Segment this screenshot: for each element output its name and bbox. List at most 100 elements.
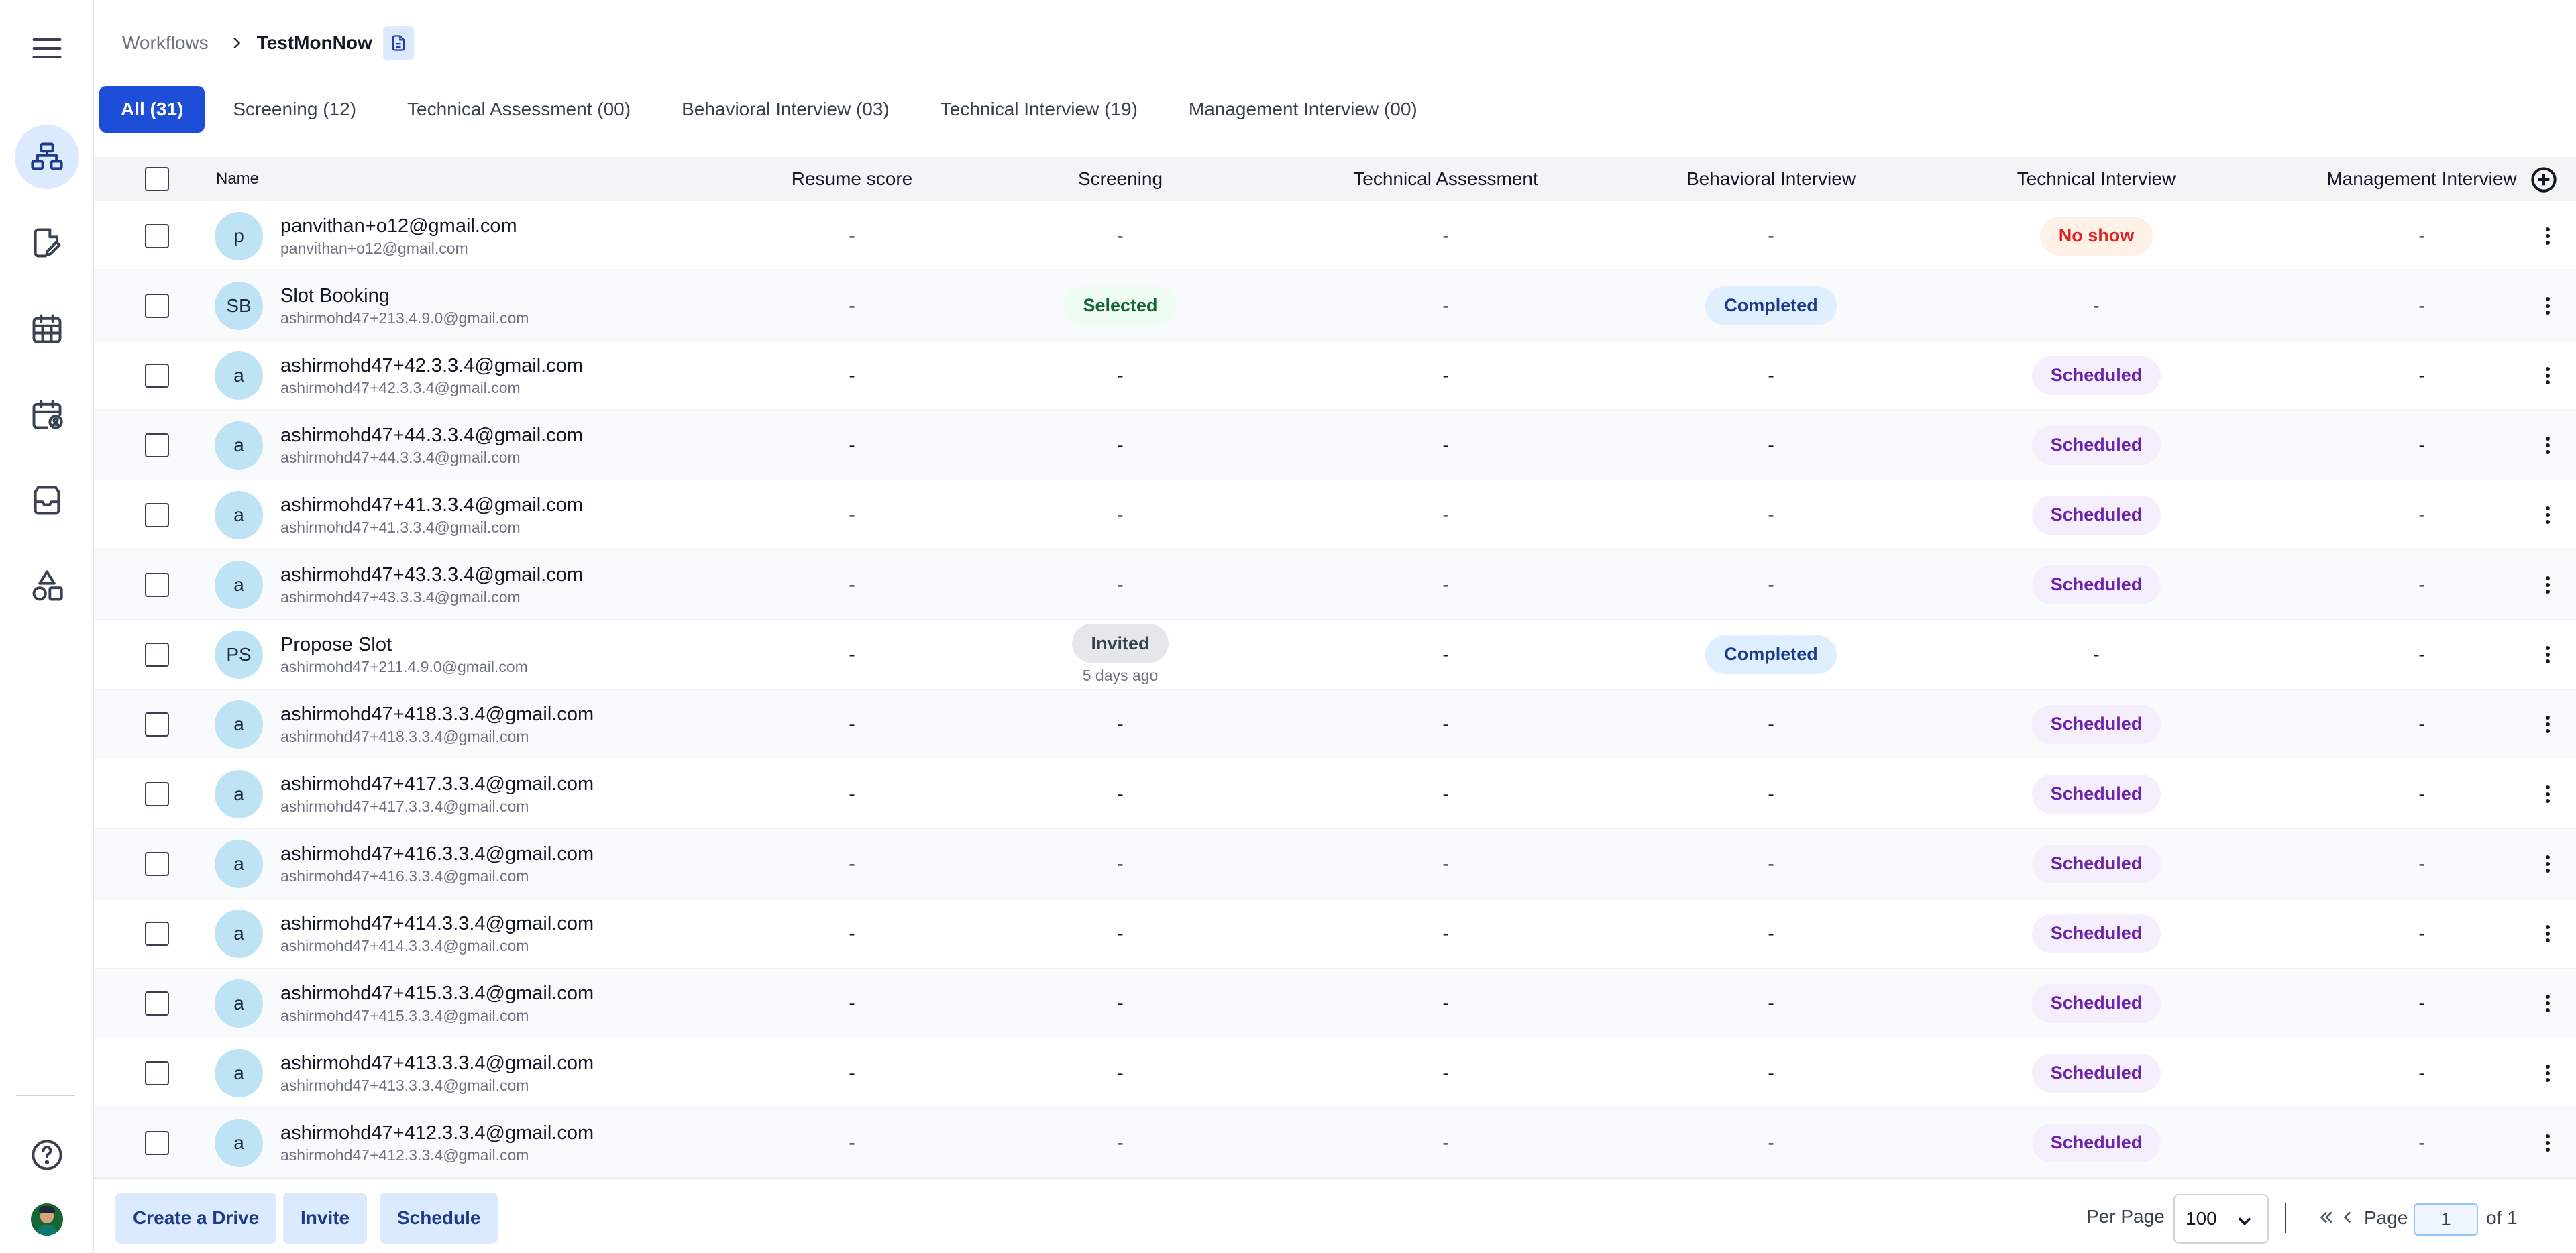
more-options-icon[interactable] [2546, 576, 2550, 594]
tab-all[interactable]: All (31) [99, 86, 205, 133]
breadcrumb-workflows-link[interactable]: Workflows [122, 32, 209, 54]
candidate-cell[interactable]: a ashirmohd47+412.3.3.4@gmail.com ashirmoh… [215, 1108, 684, 1177]
table-row[interactable]: a ashirmohd47+44.3.3.4@gmail.com ashirmohd… [94, 411, 2576, 480]
column-header-resume-score[interactable]: Resume score [698, 157, 1006, 201]
status-badge[interactable]: Completed [1705, 286, 1837, 325]
candidate-name[interactable]: ashirmohd47+43.3.3.4@gmail.com [280, 563, 583, 587]
more-options-icon[interactable] [2546, 645, 2550, 663]
column-header-screening[interactable]: Screening [973, 157, 1268, 201]
more-options-icon[interactable] [2546, 436, 2550, 454]
more-options-icon[interactable] [2546, 715, 2550, 733]
document-icon[interactable] [382, 26, 414, 60]
schedule-button[interactable]: Schedule [380, 1193, 498, 1244]
candidate-cell[interactable]: a ashirmohd47+417.3.3.4@gmail.com ashirmoh… [215, 759, 684, 828]
status-badge[interactable]: Scheduled [2031, 983, 2161, 1023]
candidate-cell[interactable]: a ashirmohd47+42.3.3.4@gmail.com ashirmohd… [215, 341, 684, 410]
status-badge[interactable]: No show [2039, 216, 2153, 256]
status-badge[interactable]: Invited [1072, 624, 1169, 663]
column-header-name[interactable]: Name [216, 157, 686, 201]
row-checkbox[interactable] [145, 642, 169, 667]
calendar-icon[interactable] [15, 296, 79, 361]
candidate-name[interactable]: ashirmohd47+412.3.3.4@gmail.com [280, 1121, 594, 1145]
candidate-cell[interactable]: p panvithan+o12@gmail.com panvithan+o12@gm… [215, 201, 684, 270]
menu-icon[interactable] [15, 16, 79, 80]
candidate-name[interactable]: ashirmohd47+416.3.3.4@gmail.com [280, 842, 594, 866]
more-options-icon[interactable] [2546, 785, 2550, 803]
help-icon[interactable] [15, 1123, 79, 1187]
table-row[interactable]: p panvithan+o12@gmail.com panvithan+o12@gm… [94, 201, 2576, 271]
candidate-cell[interactable]: a ashirmohd47+418.3.3.4@gmail.com ashirmoh… [215, 690, 684, 759]
row-checkbox[interactable] [145, 363, 169, 388]
row-checkbox[interactable] [145, 293, 169, 318]
previous-page-icon[interactable] [2339, 1206, 2357, 1229]
table-row[interactable]: SB Slot Booking ashirmohd47+213.4.9.0@gmai… [94, 271, 2576, 341]
table-row[interactable]: PS Propose Slot ashirmohd47+211.4.9.0@gmai… [94, 620, 2576, 690]
row-checkbox[interactable] [145, 1060, 169, 1085]
row-checkbox[interactable] [145, 433, 169, 457]
first-page-icon[interactable] [2317, 1206, 2336, 1229]
tab-technical-assessment[interactable]: Technical Assessment (00) [386, 86, 652, 133]
candidate-cell[interactable]: a ashirmohd47+416.3.3.4@gmail.com ashirmoh… [215, 829, 684, 898]
table-row[interactable]: a ashirmohd47+416.3.3.4@gmail.com ashirmoh… [94, 829, 2576, 899]
candidate-name[interactable]: ashirmohd47+42.3.3.4@gmail.com [280, 353, 583, 378]
select-all-checkbox[interactable] [145, 167, 169, 191]
table-row[interactable]: a ashirmohd47+414.3.3.4@gmail.com ashirmoh… [94, 899, 2576, 969]
table-row[interactable]: a ashirmohd47+41.3.3.4@gmail.com ashirmohd… [94, 480, 2576, 550]
candidate-cell[interactable]: a ashirmohd47+44.3.3.4@gmail.com ashirmohd… [215, 411, 684, 480]
status-badge[interactable]: Scheduled [2031, 356, 2161, 395]
row-checkbox[interactable] [145, 712, 169, 737]
inbox-icon[interactable] [15, 468, 79, 533]
column-header-behavioral-interview[interactable]: Behavioral Interview [1610, 157, 1932, 201]
row-checkbox[interactable] [145, 572, 169, 597]
candidate-name[interactable]: panvithan+o12@gmail.com [280, 214, 517, 238]
more-options-icon[interactable] [2546, 296, 2550, 315]
column-header-technical-assessment[interactable]: Technical Assessment [1288, 157, 1603, 201]
candidate-cell[interactable]: a ashirmohd47+41.3.3.4@gmail.com ashirmohd… [215, 480, 684, 549]
candidate-name[interactable]: Slot Booking [280, 284, 529, 308]
more-options-icon[interactable] [2546, 855, 2550, 873]
status-badge[interactable]: Scheduled [2031, 565, 2161, 604]
row-checkbox[interactable] [145, 1130, 169, 1155]
table-row[interactable]: a ashirmohd47+418.3.3.4@gmail.com ashirmoh… [94, 690, 2576, 759]
tab-technical-interview[interactable]: Technical Interview (19) [919, 86, 1159, 133]
row-checkbox[interactable] [145, 851, 169, 876]
candidate-cell[interactable]: PS Propose Slot ashirmohd47+211.4.9.0@gmai… [215, 620, 684, 689]
candidate-cell[interactable]: a ashirmohd47+413.3.3.4@gmail.com ashirmoh… [215, 1038, 684, 1107]
row-checkbox[interactable] [145, 223, 169, 248]
tab-management-interview[interactable]: Management Interview (00) [1167, 86, 1439, 133]
candidate-name[interactable]: ashirmohd47+414.3.3.4@gmail.com [280, 912, 594, 936]
status-badge[interactable]: Scheduled [2031, 1053, 2161, 1093]
candidate-name[interactable]: Propose Slot [280, 633, 528, 657]
candidate-cell[interactable]: SB Slot Booking ashirmohd47+213.4.9.0@gmai… [215, 271, 684, 340]
more-options-icon[interactable] [2546, 1064, 2550, 1082]
status-badge[interactable]: Scheduled [2031, 425, 2161, 465]
status-badge[interactable]: Scheduled [2031, 1123, 2161, 1162]
candidate-cell[interactable]: a ashirmohd47+43.3.3.4@gmail.com ashirmohd… [215, 550, 684, 619]
row-checkbox[interactable] [145, 781, 169, 806]
candidate-name[interactable]: ashirmohd47+417.3.3.4@gmail.com [280, 772, 594, 796]
more-options-icon[interactable] [2546, 1134, 2550, 1152]
column-header-management-interview[interactable]: Management Interview [2261, 157, 2576, 201]
column-header-technical-interview[interactable]: Technical Interview [1932, 157, 2261, 201]
table-row[interactable]: a ashirmohd47+42.3.3.4@gmail.com ashirmohd… [94, 341, 2576, 411]
table-row[interactable]: a ashirmohd47+415.3.3.4@gmail.com ashirmoh… [94, 969, 2576, 1038]
table-row[interactable]: a ashirmohd47+43.3.3.4@gmail.com ashirmohd… [94, 550, 2576, 620]
create-drive-button[interactable]: Create a Drive [115, 1193, 277, 1244]
table-row[interactable]: a ashirmohd47+412.3.3.4@gmail.com ashirmoh… [94, 1108, 2576, 1178]
table-row[interactable]: a ashirmohd47+417.3.3.4@gmail.com ashirmoh… [94, 759, 2576, 829]
workflow-icon[interactable] [15, 125, 79, 189]
add-column-icon[interactable] [2530, 166, 2557, 193]
more-options-icon[interactable] [2546, 994, 2550, 1012]
status-badge[interactable]: Selected [1064, 286, 1177, 325]
user-avatar[interactable] [31, 1203, 63, 1236]
status-badge[interactable]: Scheduled [2031, 495, 2161, 535]
invite-button[interactable]: Invite [283, 1193, 368, 1244]
table-row[interactable]: a ashirmohd47+413.3.3.4@gmail.com ashirmoh… [94, 1038, 2576, 1108]
page-number-input[interactable]: 1 [2414, 1203, 2478, 1236]
row-checkbox[interactable] [145, 991, 169, 1016]
status-badge[interactable]: Scheduled [2031, 774, 2161, 814]
per-page-select[interactable]: 100 [2174, 1194, 2269, 1244]
candidate-name[interactable]: ashirmohd47+44.3.3.4@gmail.com [280, 423, 583, 447]
more-options-icon[interactable] [2546, 366, 2550, 384]
status-badge[interactable]: Scheduled [2031, 844, 2161, 883]
